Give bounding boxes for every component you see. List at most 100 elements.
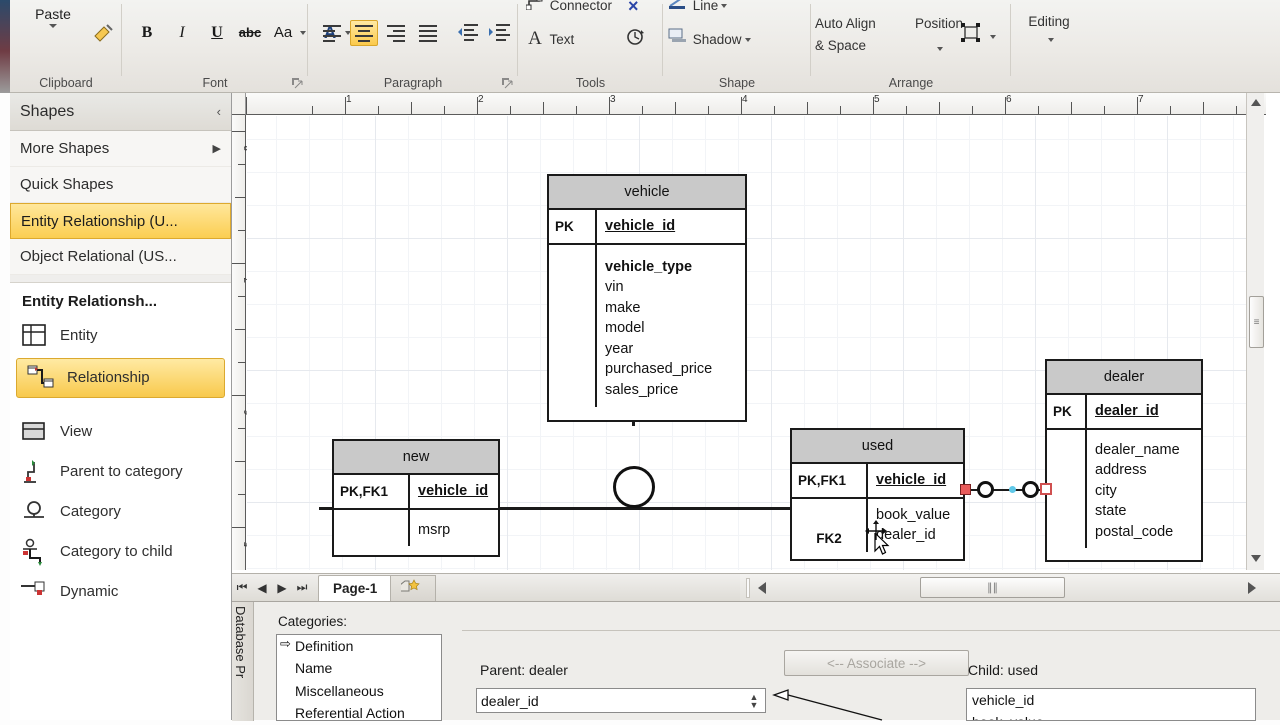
stencil-item-parent-to-category[interactable]: Parent to category [10,452,231,492]
category-item-definition[interactable]: Definition [277,635,441,657]
text-tool[interactable]: A Text [524,28,574,50]
drawing-page[interactable]: vehicle PK vehicle_id vehicle_type vin m… [247,116,1251,570]
format-painter-icon[interactable] [92,22,116,44]
horizontal-scroll-thumb[interactable]: ∥∥ [920,577,1065,598]
position-chevron-down-icon[interactable] [934,40,943,55]
change-case-chevron-down-icon[interactable] [296,20,306,45]
entity-fields: dealer_name address city state postal_co… [1087,430,1201,549]
align-center-button[interactable] [350,20,378,46]
first-page-button[interactable]: ⏮ [232,580,252,595]
italic-button[interactable]: I [169,20,195,45]
entity-key-label [1047,429,1087,549]
entity-key-section: PK,FK1 vehicle_id [334,475,498,510]
line-button[interactable]: Line [667,0,728,13]
associate-button[interactable]: <-- Associate --> [784,650,969,676]
categories-listbox[interactable]: Definition Name Miscellaneous Referentia… [276,634,442,721]
align-right-button[interactable] [382,20,410,46]
stencil-item-view[interactable]: View [10,412,231,452]
stencil-row-label: More Shapes [20,140,110,157]
ribbon-group-arrange-label: Arrange [888,76,934,90]
close-icon[interactable]: × [628,0,639,17]
entity-field: dealer_name [1095,441,1180,458]
shadow-button[interactable]: Shadow [667,28,751,47]
chevron-down-icon[interactable] [49,24,57,28]
font-dialog-launcher[interactable] [291,77,303,89]
entity-title: vehicle [549,176,745,210]
entity-fields: vehicle_type vin make model year purchas… [597,245,745,407]
line-chevron-down-icon[interactable] [721,4,728,9]
change-case-button[interactable]: Aa [268,20,298,45]
stencil-row-label: Entity Relationship (U... [21,212,178,230]
stencil-item-category-to-child[interactable]: Category to child [10,532,231,572]
entity-new[interactable]: new PK,FK1 vehicle_id msrp [332,439,500,557]
insert-page-button[interactable] [390,574,437,601]
page-tab-page-1[interactable]: Page-1 [318,574,393,601]
stencil-row-object-relational[interactable]: Object Relational (US... [10,239,231,275]
category-item-miscellaneous[interactable]: Miscellaneous [277,680,441,702]
align-justify-button[interactable] [414,20,442,46]
increase-indent-button[interactable] [488,20,516,46]
editing-button[interactable]: Editing [1017,14,1081,47]
vertical-ruler: 8 7 6 5 [232,115,254,570]
stencil-item-dynamic-connector[interactable]: Dynamic [10,572,231,612]
entity-key-label: PK [1047,395,1087,428]
format-painter-tool-icon[interactable] [626,28,646,51]
category-symbol[interactable] [613,466,655,508]
stencil-item-relationship[interactable]: Relationship [16,358,225,398]
entity-field: postal_code [1095,523,1174,540]
connector-end-handle[interactable] [1040,483,1052,495]
align-shapes-icon[interactable] [959,22,983,44]
vertical-scroll-thumb[interactable]: ≡ [1249,296,1264,348]
shadow-chevron-down-icon[interactable] [744,38,751,43]
spinner-icon[interactable]: ▲ ▼ [747,692,761,709]
entity-title: dealer [1047,361,1201,395]
scroll-down-arrow-icon[interactable] [1251,555,1261,562]
canvas-horizontal-scrollbar[interactable]: ∥∥ [740,573,1280,601]
ruler-label: 5 [874,94,880,105]
categories-label: Categories: [278,614,348,629]
bold-button[interactable]: B [134,20,160,45]
paragraph-dialog-launcher[interactable] [501,77,513,89]
entity-title: used [792,430,963,464]
scroll-up-arrow-icon[interactable] [1251,99,1261,106]
entity-attr-section: dealer_name address city state postal_co… [1047,429,1201,549]
stencil-item-entity[interactable]: Entity [10,316,231,356]
connector-begin-handle[interactable] [960,484,971,495]
parent-column-field[interactable]: dealer_id ▲ ▼ [476,688,766,713]
stencil-row-quick-shapes[interactable]: Quick Shapes [10,167,231,203]
next-page-button[interactable]: ▶ [272,581,292,595]
connector-midpoint-handle[interactable] [1009,486,1016,493]
collapse-chevron-left-icon[interactable]: ‹ [217,104,221,119]
scroll-left-arrow-icon[interactable] [758,582,766,594]
child-columns-listbox[interactable]: vehicle_id book_value [966,688,1256,721]
paste-button[interactable]: Paste [24,0,82,46]
split-handle[interactable] [746,578,750,598]
scroll-right-arrow-icon[interactable] [1248,582,1256,594]
underline-button[interactable]: U [204,20,230,45]
category-item-name[interactable]: Name [277,657,441,679]
align-chevron-down-icon[interactable] [987,28,996,43]
last-page-button[interactable]: ⏭ [292,580,312,595]
strikethrough-button[interactable]: abc [237,20,263,45]
child-column-item[interactable]: vehicle_id [967,689,1255,711]
connector-tool[interactable]: Connector [524,0,612,13]
stencil-item-category[interactable]: Category [10,492,231,532]
database-properties-tab[interactable]: Database Pr [232,602,254,721]
text-tool-icon: A [528,28,542,49]
entity-dealer[interactable]: dealer PK dealer_id dealer_name address … [1045,359,1203,562]
previous-page-button[interactable]: ◀ [252,581,272,595]
shapes-panel-header[interactable]: Shapes ‹ [10,93,231,131]
editing-chevron-down-icon[interactable] [1047,38,1054,43]
stencil-row-more-shapes[interactable]: More Shapes ▶ [10,131,231,167]
category-item-referential-action[interactable]: Referential Action [277,702,441,720]
entity-key-label: FK2 [792,498,868,552]
position-button[interactable]: Position [915,16,963,31]
align-left-button[interactable] [318,20,346,46]
entity-vehicle[interactable]: vehicle PK vehicle_id vehicle_type vin m… [547,174,747,422]
decrease-indent-button[interactable] [456,20,484,46]
canvas-vertical-scrollbar[interactable]: ≡ [1246,93,1264,570]
ribbon-group-arrange: Auto Align & Space Position Arrange [811,0,1011,93]
auto-align-space-button[interactable]: Auto Align [815,16,876,31]
stencil-row-entity-relationship[interactable]: Entity Relationship (U... [10,203,231,239]
editing-label: Editing [1028,14,1070,29]
